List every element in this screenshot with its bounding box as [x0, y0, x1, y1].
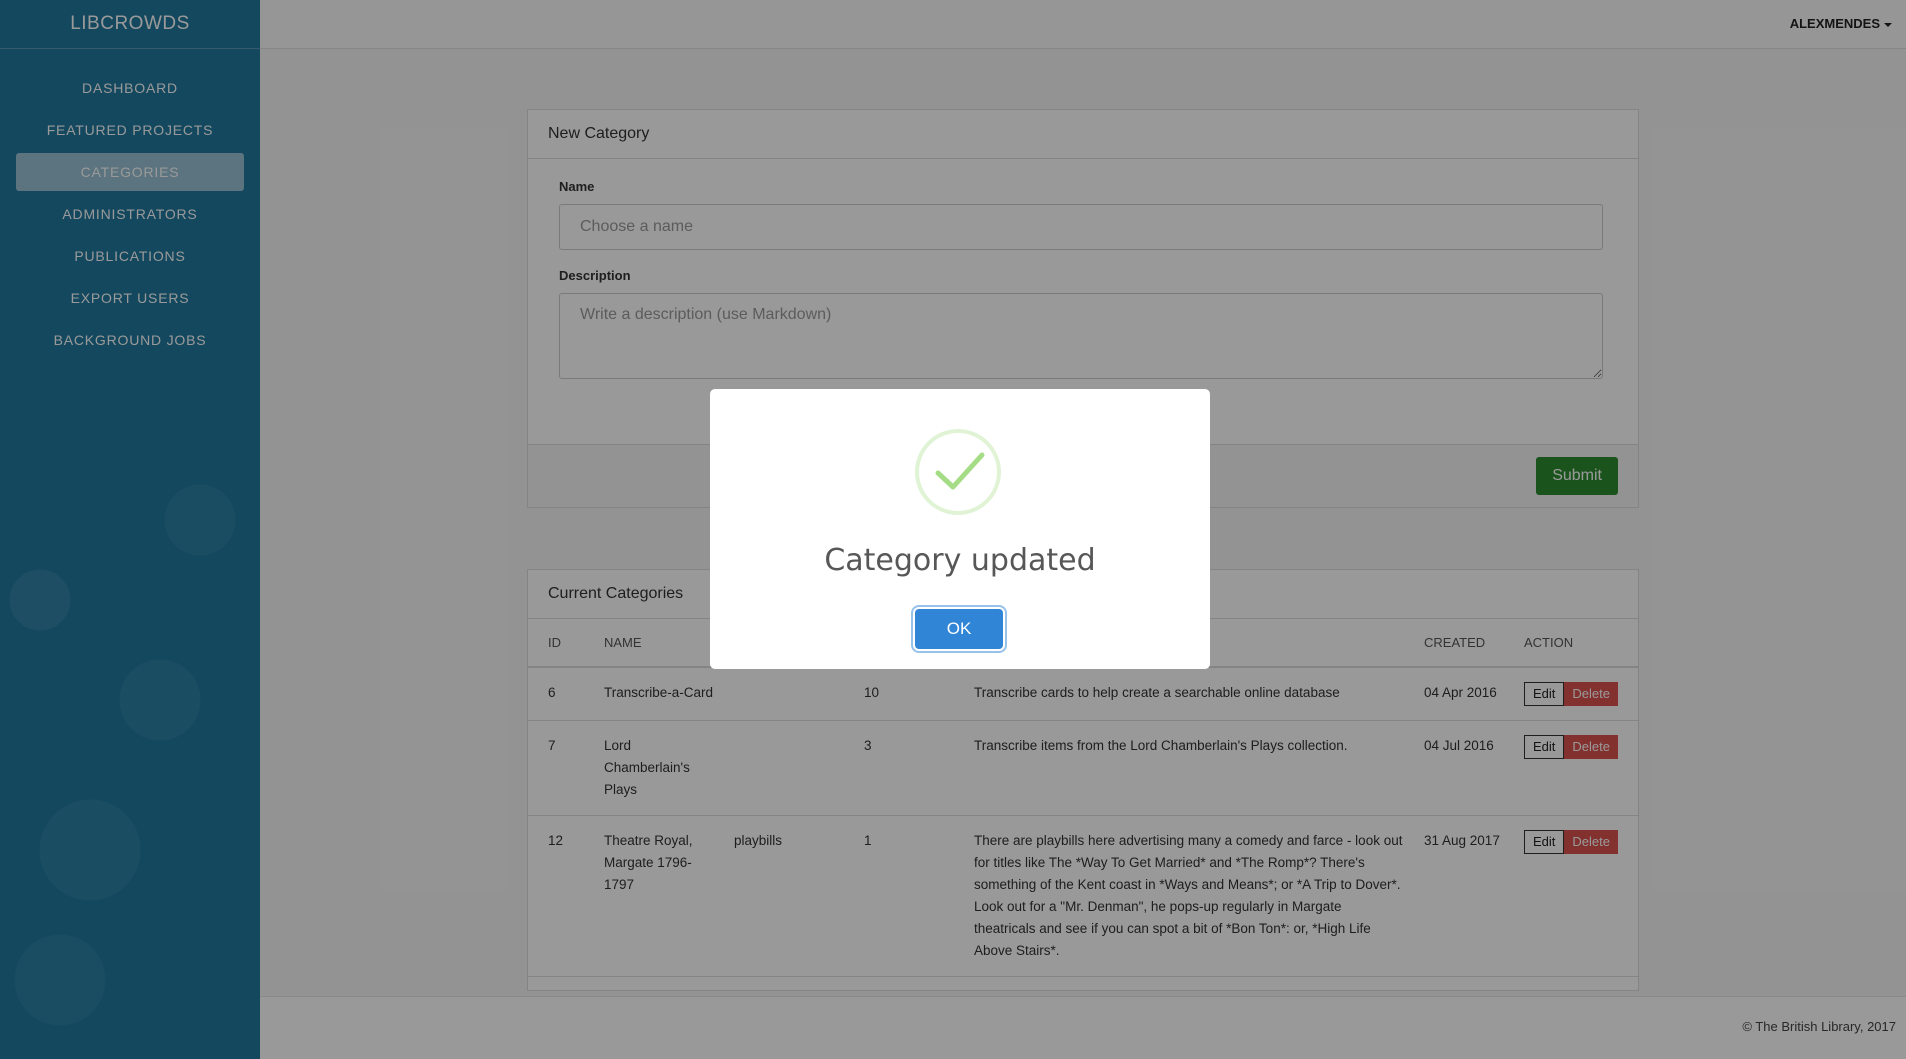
ok-button[interactable]: OK: [915, 609, 1003, 649]
dialog-title: Category updated: [824, 543, 1096, 578]
checkmark-icon: [935, 452, 985, 490]
success-dialog: Category updated OK: [710, 389, 1210, 669]
success-check-icon: [915, 429, 1001, 515]
